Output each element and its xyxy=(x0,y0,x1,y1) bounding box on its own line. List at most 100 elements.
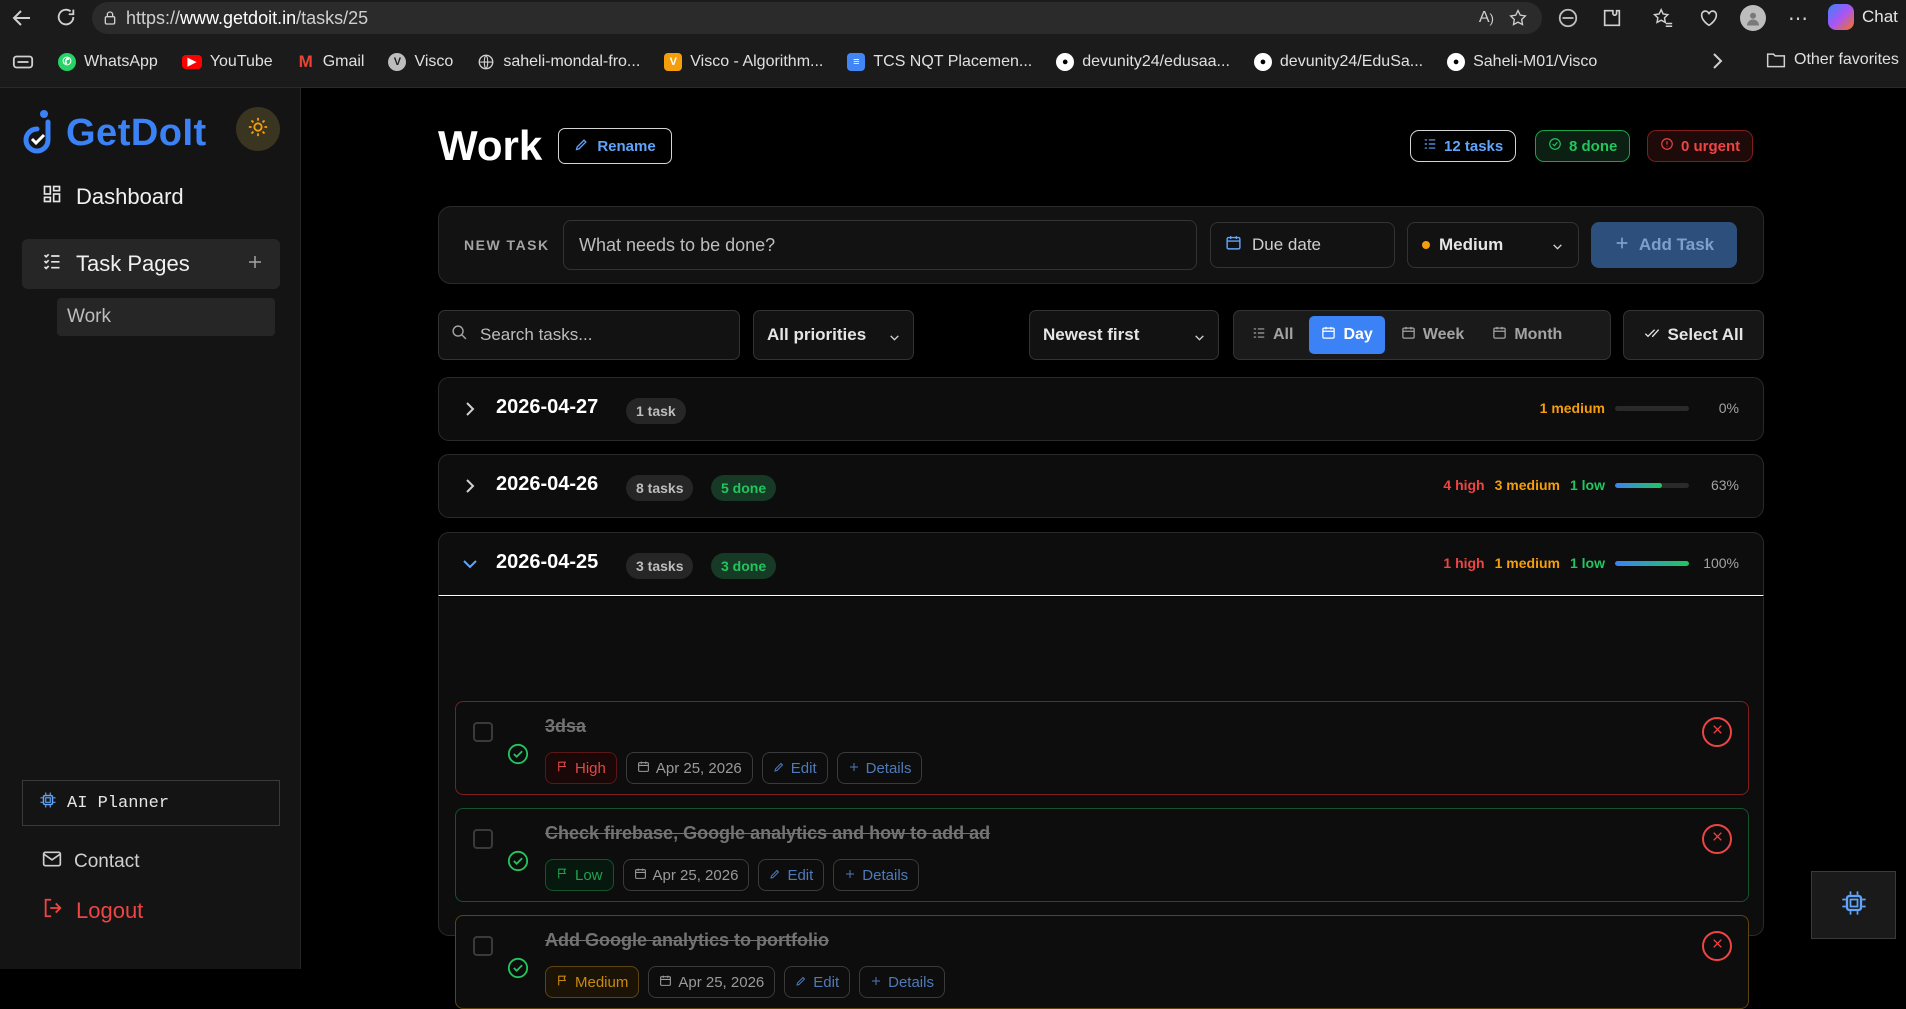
bookmark-youtube[interactable]: ▶ YouTube xyxy=(181,53,273,71)
new-task-input[interactable]: What needs to be done? xyxy=(563,220,1197,270)
task-count-badge: 12 tasks xyxy=(1410,130,1517,162)
refresh-icon[interactable] xyxy=(55,6,77,28)
progress-fill xyxy=(1615,560,1689,566)
plus-icon xyxy=(1614,235,1630,256)
copilot-chat-button[interactable]: Chat xyxy=(1828,4,1898,30)
view-week-button[interactable]: Week xyxy=(1389,316,1477,354)
task-meta: Low Apr 25, 2026 Edit Details xyxy=(545,859,920,891)
ai-planner-button[interactable]: AI Planner xyxy=(22,780,280,826)
close-icon xyxy=(1711,830,1724,848)
logo-text: GetDoIt xyxy=(66,112,207,154)
priority-filter-select[interactable]: All priorities xyxy=(753,310,914,360)
task-item: 3dsa High Apr 25, 2026 Edit Details xyxy=(455,701,1749,795)
details-button[interactable]: Details xyxy=(859,966,945,998)
bookmark-gmail[interactable]: M Gmail xyxy=(297,51,365,71)
select-checkbox[interactable] xyxy=(473,722,493,742)
sidebar-item-label: Dashboard xyxy=(76,184,184,209)
group-date: 2026-04-27 xyxy=(496,396,599,418)
add-task-button[interactable]: Add Task xyxy=(1591,222,1737,268)
favorite-star-icon[interactable] xyxy=(1508,8,1528,28)
calendar-icon xyxy=(1225,234,1242,256)
github-icon: ● xyxy=(1253,52,1272,71)
gmail-icon: M xyxy=(298,51,313,71)
health-icon[interactable] xyxy=(1698,7,1720,29)
dashboard-icon xyxy=(42,184,62,210)
completed-check-icon[interactable] xyxy=(507,957,529,984)
bookmark-visco-algorithm[interactable]: V Visco - Algorithm... xyxy=(664,52,823,71)
date-group[interactable]: 2026-04-26 8 tasks 5 done 4 high 3 mediu… xyxy=(438,454,1764,518)
edit-button[interactable]: Edit xyxy=(758,859,825,891)
medium-count: 1 medium xyxy=(1494,555,1560,571)
favorites-icon[interactable] xyxy=(1652,7,1674,29)
ai-assistant-fab[interactable] xyxy=(1811,871,1896,939)
rename-button[interactable]: Rename xyxy=(558,128,672,164)
view-day-button[interactable]: Day xyxy=(1309,316,1385,354)
globe-icon xyxy=(477,53,495,71)
delete-task-button[interactable] xyxy=(1702,717,1732,747)
due-date-tag: Apr 25, 2026 xyxy=(648,966,776,998)
sort-select[interactable]: Newest first xyxy=(1029,310,1219,360)
main-content: Work Rename 12 tasks 8 done 0 urgent NEW… xyxy=(302,88,1906,1009)
app-logo[interactable]: GetDoIt xyxy=(22,108,207,159)
github-icon: ● xyxy=(1447,52,1466,71)
progress-percent: 63% xyxy=(1710,477,1739,493)
group-date: 2026-04-25 xyxy=(496,551,599,573)
task-title: 3dsa xyxy=(545,716,587,736)
visco-icon: V xyxy=(388,52,407,71)
back-icon[interactable] xyxy=(10,6,34,30)
bookmark-whatsapp[interactable]: ✆ WhatsApp xyxy=(58,52,158,71)
edit-button[interactable]: Edit xyxy=(761,752,828,784)
bookmark-tcs-nqt[interactable]: ≡ TCS NQT Placemen... xyxy=(847,52,1032,71)
read-aloud-icon[interactable]: A) xyxy=(1479,9,1494,27)
extensions-icon[interactable] xyxy=(1601,7,1623,29)
done-count-badge: 5 done xyxy=(711,475,777,501)
sidebar-item-work[interactable]: Work xyxy=(57,298,275,336)
add-page-icon[interactable] xyxy=(246,251,264,277)
select-all-button[interactable]: Select All xyxy=(1623,310,1764,360)
address-bar[interactable]: https://www.getdoit.in/tasks/25 A) xyxy=(92,2,1542,34)
chevron-right-icon[interactable] xyxy=(1710,52,1724,70)
details-button[interactable]: Details xyxy=(836,752,923,784)
priority-select[interactable]: Medium xyxy=(1407,222,1579,268)
view-all-button[interactable]: All xyxy=(1240,316,1305,354)
profile-avatar[interactable] xyxy=(1740,5,1766,31)
date-group[interactable]: 2026-04-27 1 task 1 medium 0% xyxy=(438,377,1764,441)
bookmark-saheli-visco[interactable]: ● Saheli-M01/Visco xyxy=(1447,52,1597,71)
delete-task-button[interactable] xyxy=(1702,931,1732,961)
folder-icon xyxy=(1766,51,1786,69)
completed-check-icon[interactable] xyxy=(507,743,529,770)
select-checkbox[interactable] xyxy=(473,936,493,956)
logo-icon xyxy=(22,108,56,159)
high-count: 1 high xyxy=(1443,555,1485,571)
view-month-button[interactable]: Month xyxy=(1480,316,1574,354)
sidebar-item-task-pages[interactable]: Task Pages xyxy=(22,239,280,289)
contact-link[interactable]: Contact xyxy=(22,842,139,882)
completed-check-icon[interactable] xyxy=(507,850,529,877)
select-checkbox[interactable] xyxy=(473,829,493,849)
details-button[interactable]: Details xyxy=(833,859,920,891)
plus-icon xyxy=(870,974,882,991)
group-stats: 1 medium 0% xyxy=(1540,400,1739,416)
due-date-picker[interactable]: Due date xyxy=(1210,222,1395,268)
bookmark-devunity-edusaa[interactable]: ● devunity24/edusaa... xyxy=(1056,52,1230,71)
bookmark-devunity-edusa[interactable]: ● devunity24/EduSa... xyxy=(1253,52,1423,71)
chevron-right-icon xyxy=(463,400,477,423)
delete-task-button[interactable] xyxy=(1702,824,1732,854)
edit-button[interactable]: Edit xyxy=(784,966,851,998)
sidebar-item-dashboard[interactable]: Dashboard xyxy=(22,172,280,222)
date-group[interactable]: 2026-04-25 3 tasks 3 done 1 high 1 mediu… xyxy=(438,532,1764,596)
lock-icon[interactable] xyxy=(102,10,118,26)
blocker-extension-icon[interactable] xyxy=(1557,7,1579,29)
search-input[interactable]: Search tasks... xyxy=(438,310,740,360)
more-menu-icon[interactable]: ⋯ xyxy=(1788,6,1808,31)
docs-icon: ≡ xyxy=(847,52,866,71)
bookmark-saheli-mondal[interactable]: saheli-mondal-fro... xyxy=(477,53,640,71)
calendar-icon xyxy=(634,867,647,884)
bookmark-visco[interactable]: V Visco xyxy=(388,52,453,71)
logout-button[interactable]: Logout xyxy=(22,888,143,934)
theme-toggle-button[interactable] xyxy=(236,107,280,151)
other-favorites[interactable]: Other favorites xyxy=(1766,51,1899,69)
tab-actions-icon[interactable] xyxy=(12,52,34,72)
progress-bar xyxy=(1615,405,1689,411)
check-circle-icon xyxy=(1548,137,1562,155)
